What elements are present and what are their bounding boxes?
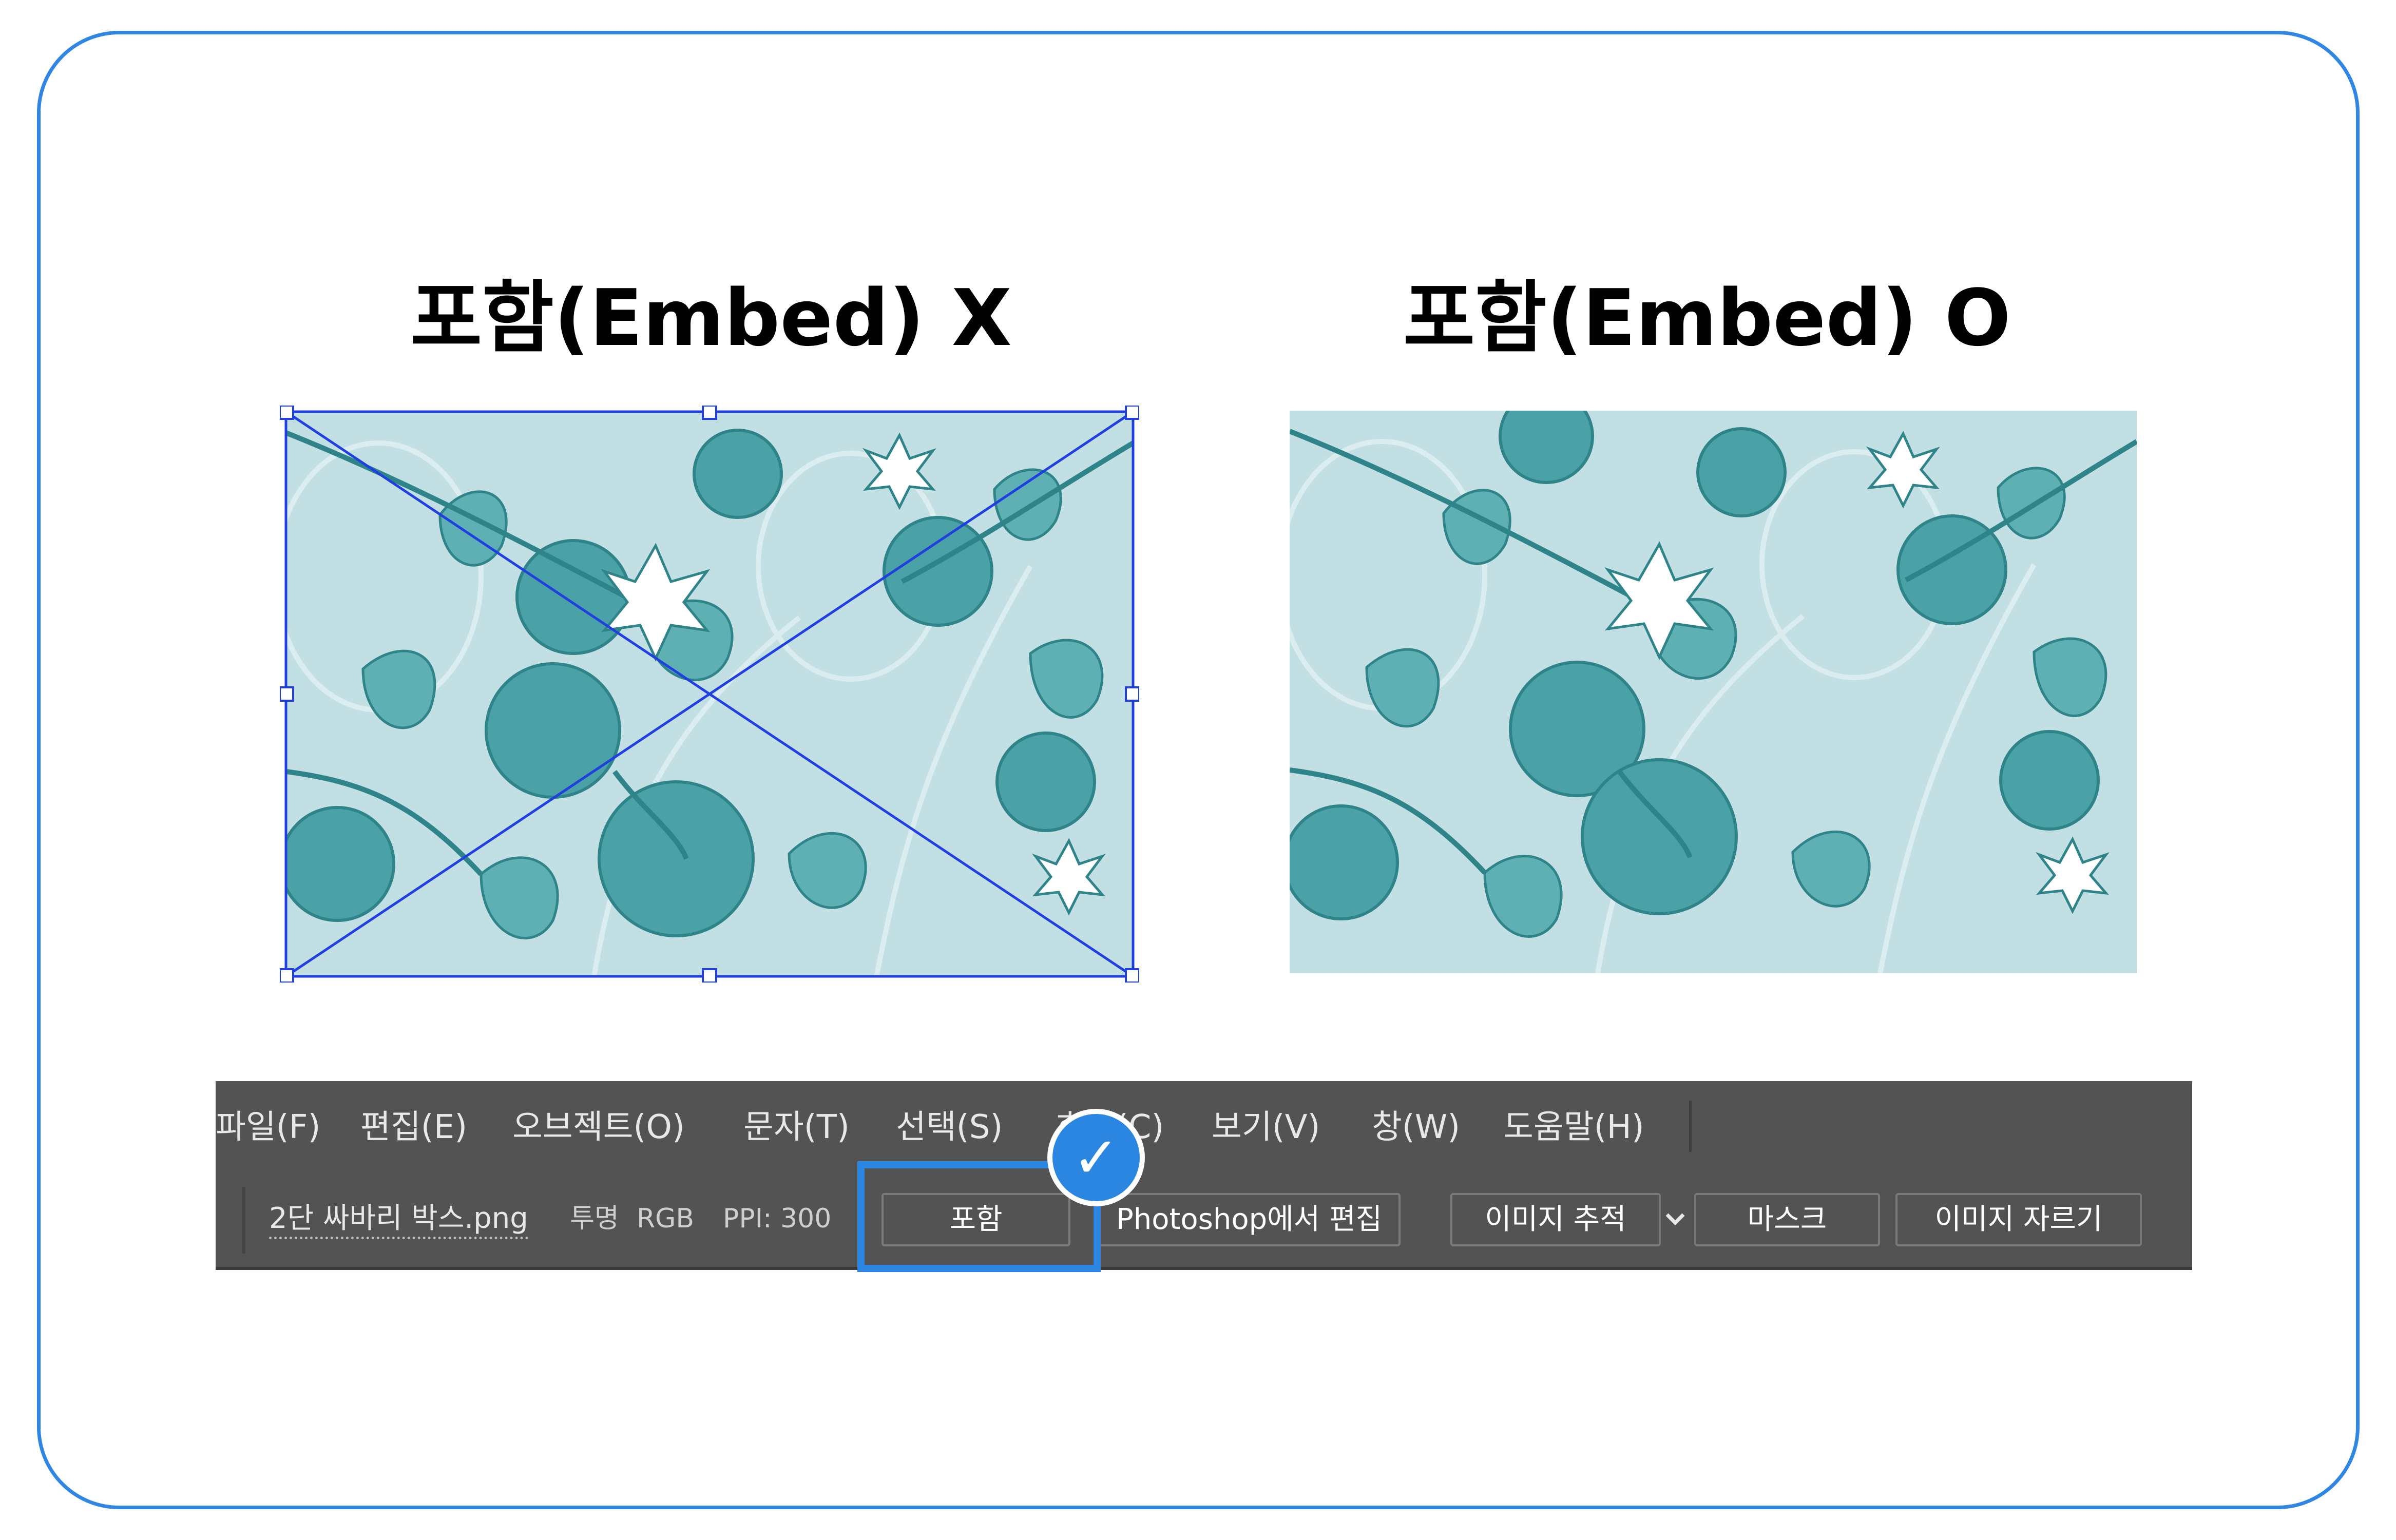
image-trace-button[interactable]: 이미지 추적 [1450,1193,1661,1246]
orange-blossom-pattern [1290,411,2137,973]
linked-file-name[interactable]: 2단 싸바리 박스.png [269,1201,528,1239]
color-mode-label: RGB [637,1203,695,1234]
menu-edit[interactable]: 편집(E) [360,1104,467,1150]
illustrator-toolbar: 파일(F) 편집(E) 오브젝트(O) 문자(T) 선택(S) 효과(C) 보기… [216,1081,2192,1270]
panel-grip[interactable] [242,1187,245,1254]
linked-image-preview[interactable] [286,412,1133,977]
title-embed-off: 포함(Embed) X [410,273,1012,363]
chevron-down-icon[interactable] [1661,1203,1690,1234]
orange-blossom-pattern [286,412,1133,977]
menu-window[interactable]: 창(W) [1372,1104,1460,1150]
menu-object[interactable]: 오브젝트(O) [512,1104,685,1150]
menu-select[interactable]: 선택(S) [896,1104,1003,1150]
embed-button[interactable]: 포함 [881,1193,1070,1246]
crop-image-button[interactable]: 이미지 자르기 [1895,1193,2142,1246]
control-panel: 2단 싸바리 박스.png 투명 RGB PPI: 300 포함 Photosh… [216,1172,2192,1270]
menu-view[interactable]: 보기(V) [1212,1104,1320,1150]
menu-file[interactable]: 파일(F) [216,1104,321,1150]
menu-type[interactable]: 문자(T) [743,1104,850,1150]
menu-help[interactable]: 도움말(H) [1503,1104,1644,1150]
embedded-image-preview[interactable] [1290,411,2137,973]
mask-button[interactable]: 마스크 [1694,1193,1880,1246]
ppi-label: PPI: 300 [723,1203,832,1234]
edit-in-photoshop-button[interactable]: Photoshop에서 편집 [1098,1193,1401,1246]
check-icon: ✓ [1047,1109,1145,1206]
transparency-label: 투명 [570,1203,619,1234]
title-embed-on: 포함(Embed) O [1403,273,2011,363]
menu-bar: 파일(F) 편집(E) 오브젝트(O) 문자(T) 선택(S) 효과(C) 보기… [216,1081,2192,1171]
menu-separator [1689,1101,1692,1152]
